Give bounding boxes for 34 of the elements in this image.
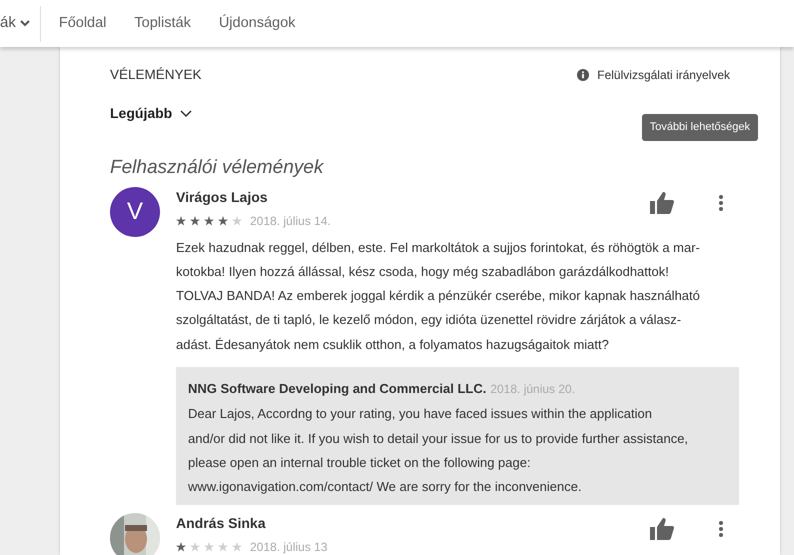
star-icon [232, 542, 242, 552]
guidelines-text: Felülvizsgálati irányelvek [597, 67, 730, 84]
tooltip: További lehetőségek [642, 114, 758, 140]
reply-author: NNG Software Developing and Commercial LLC. [188, 380, 486, 398]
star-icon [176, 216, 186, 226]
chevron-icon [20, 20, 30, 27]
guidelines-link[interactable]: Felülvizsgálati irányelvek [577, 66, 730, 84]
avatar: V [110, 186, 160, 237]
reply-text: Dear Lajos, Accordng to your rating, you have faced issues within the application and/or did not like it. If you wish to detail your issue for us to provide further assistance, please open an internal trouble ticket on the following page: www.igonavigation.com/contact/ We are sorry for the inconvenience. [188, 405, 690, 496]
author-name: András Sinka [176, 514, 267, 534]
thumbs-up-icon[interactable] [650, 190, 674, 215]
reply-date: 2018. június 20. [490, 380, 576, 398]
reviews-heading: Felhasználói vélemények [110, 156, 325, 180]
sort-dropdown[interactable]: Legújabb [110, 103, 192, 124]
section-title: VÉLEMÉNYEK [110, 66, 202, 84]
menu-button[interactable]: ák [0, 0, 30, 47]
review-date: 2018. július 14. [250, 212, 331, 230]
nav-link[interactable]: Főoldal [58, 12, 106, 34]
star-icon [232, 216, 242, 226]
star-icon [204, 542, 214, 552]
nav-link[interactable]: Toplisták [134, 12, 191, 34]
author-name: Virágos Lajos [176, 188, 269, 207]
thumbs-up-icon[interactable] [650, 517, 674, 542]
nav-link[interactable]: Újdonságok [218, 12, 296, 34]
review-date: 2018. július 13 [250, 539, 328, 555]
chevron-icon [180, 110, 192, 118]
star-icon [204, 216, 214, 226]
star-icon [176, 542, 186, 552]
info-icon [577, 69, 590, 82]
star-icon [190, 216, 200, 226]
review-text: Ezek hazudnak reggel, délben, este. Fel markoltátok a sujjos forintokat, és röhögtök a mar- kotokba! Ilyen hozzá állással, kész csoda, hogy még szabadlábon garázdálkodhattok! TOLVAJ BANDA! Az emberek joggal kérdik a pénzükér cserébe, mikor kapnak használható szolgáltatást, de ti tapló, le kezelő módon, egy idióta üzenettel rövidre zárjátok a válasz- adást. Édesanyátok nem csuklik otthon, a folyamatos hazugságaitok miatt? [176, 238, 700, 354]
star-icon [190, 542, 200, 552]
star-icon [218, 216, 228, 226]
star-icon [218, 542, 228, 552]
